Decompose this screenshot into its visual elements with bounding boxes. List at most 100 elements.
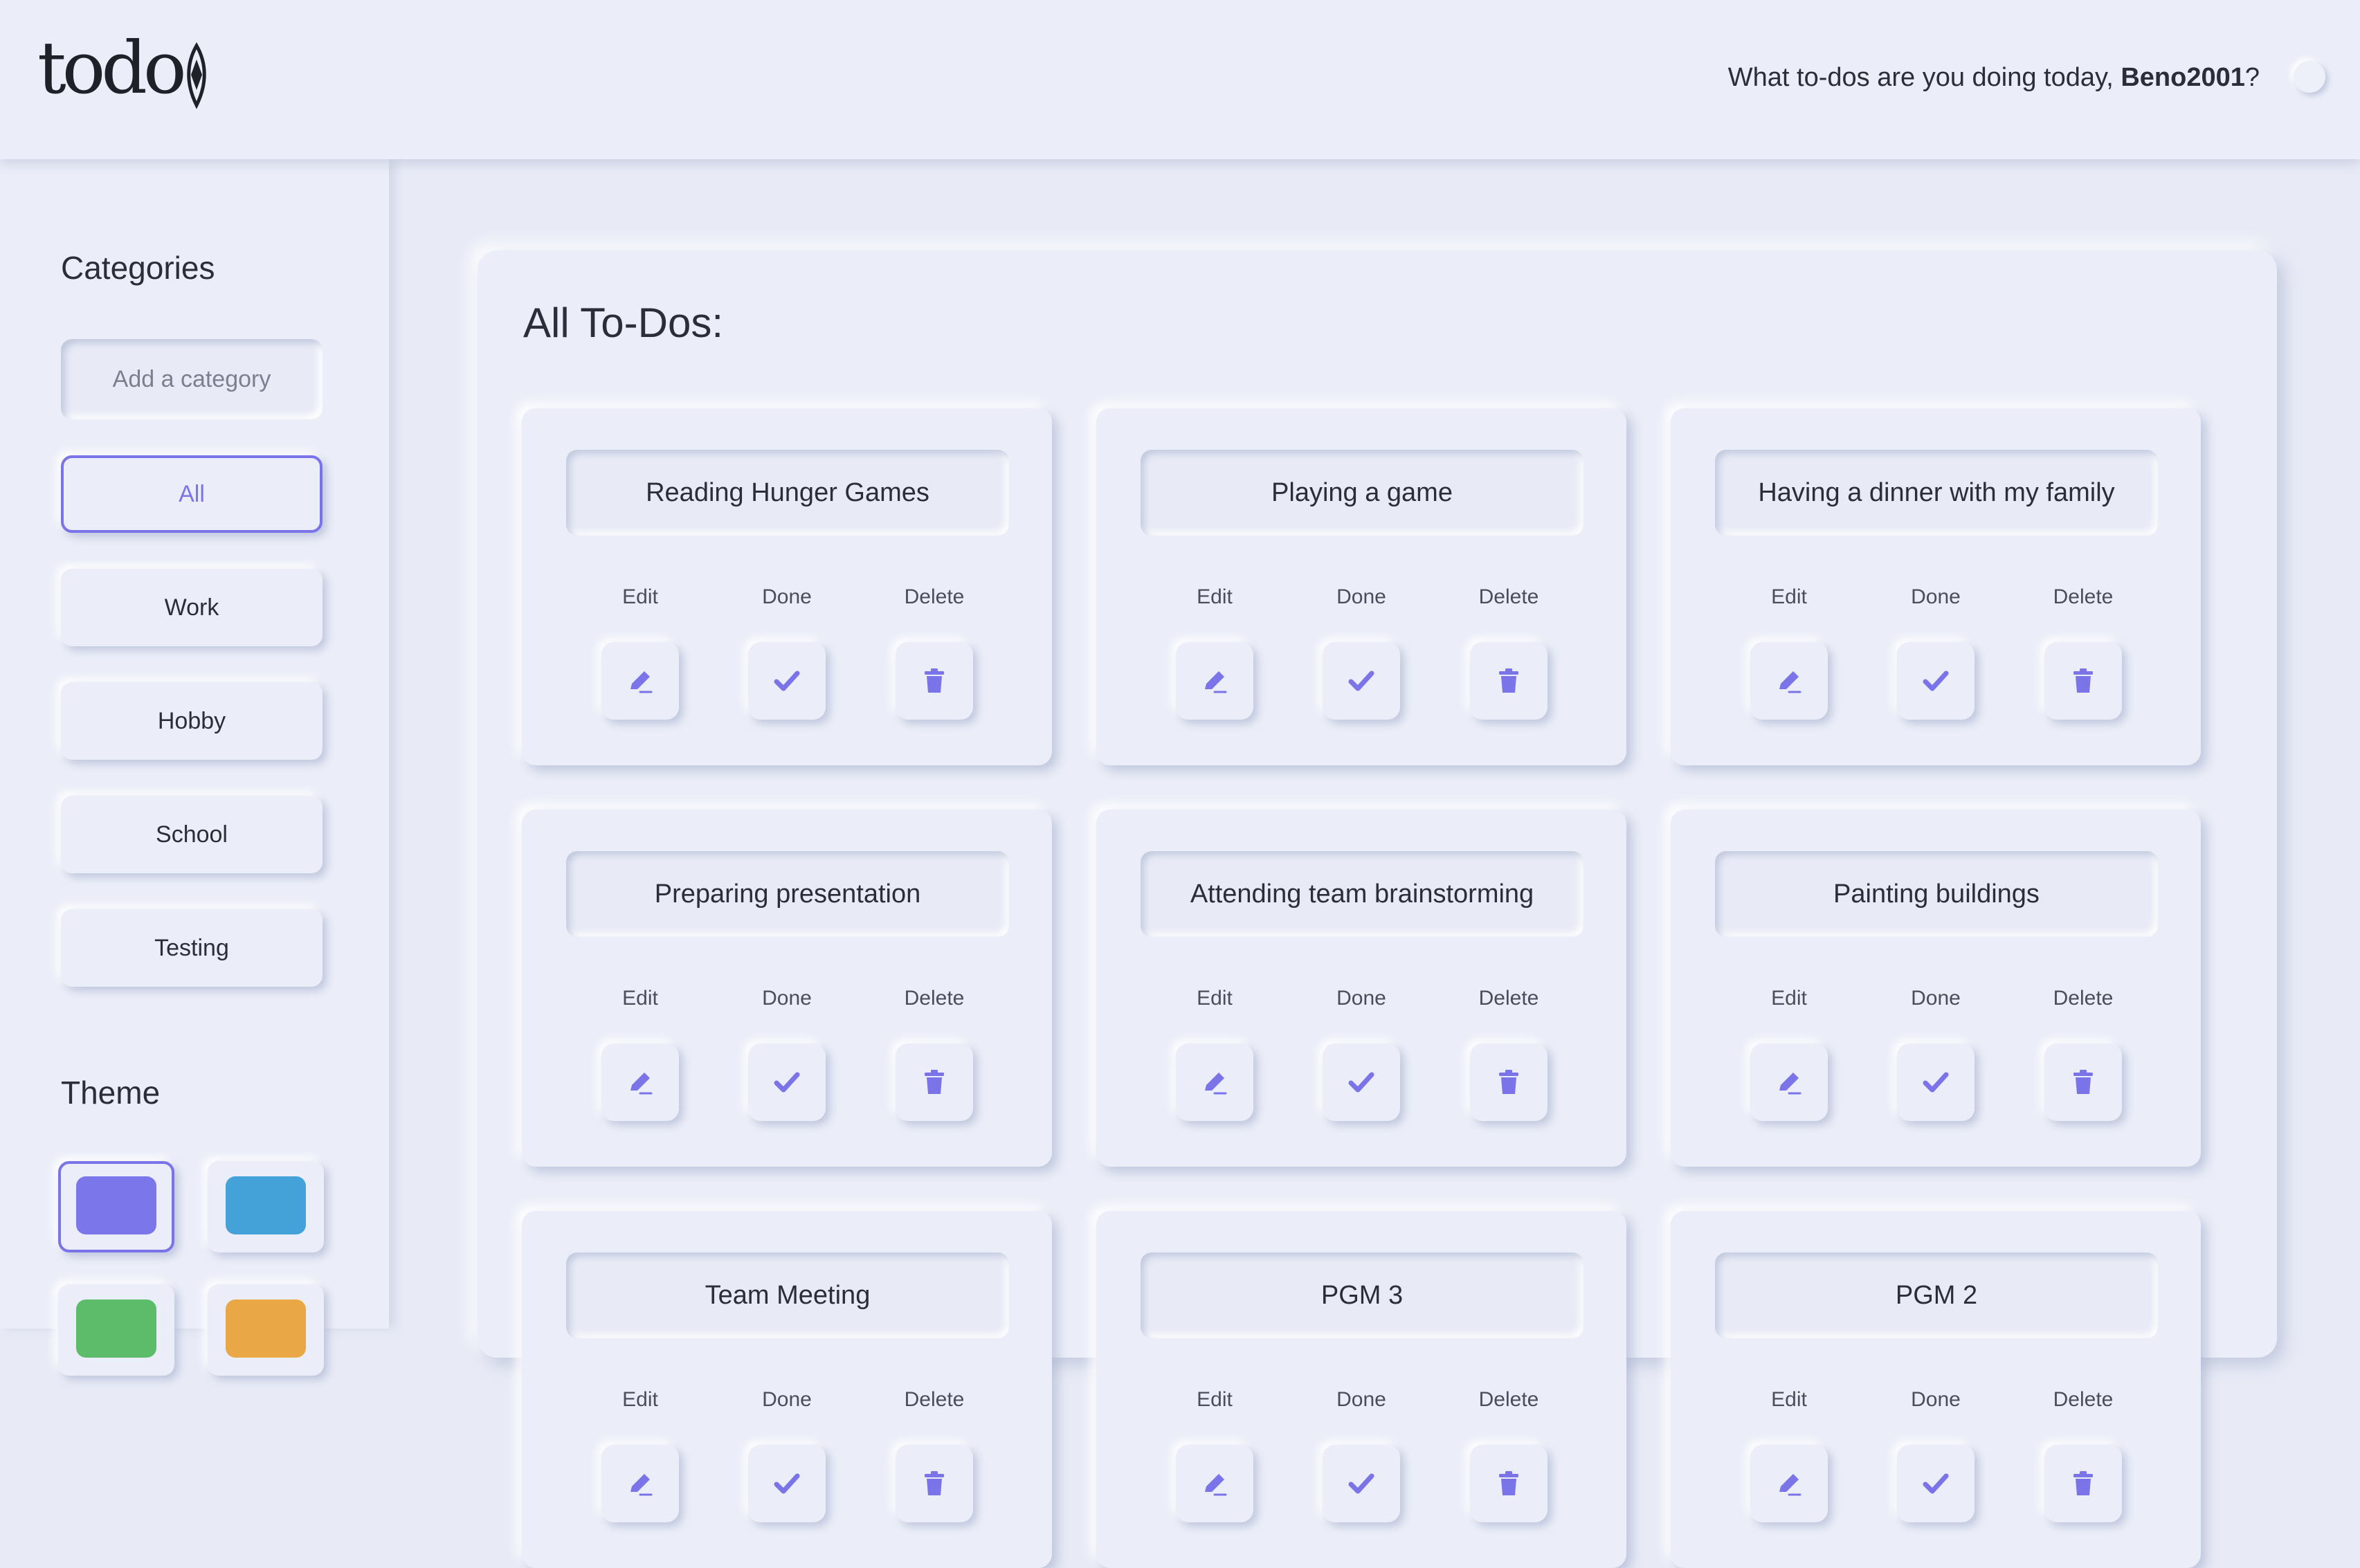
trash-icon [2073,1471,2093,1495]
todo-title: Having a dinner with my family [1715,450,2158,536]
pencil-icon [630,1474,653,1496]
done-button[interactable] [1323,1043,1400,1121]
delete-label: Delete [2053,1388,2114,1411]
todo-title: Reading Hunger Games [566,450,1009,536]
done-button[interactable] [1323,1445,1400,1522]
delete-button[interactable] [896,642,973,720]
trash-icon [1499,1070,1518,1094]
todo-title: Team Meeting [566,1252,1009,1338]
edit-button[interactable] [601,642,679,720]
logo-text: todo [37,29,183,110]
delete-button[interactable] [2044,1043,2122,1121]
edit-button[interactable] [1750,1445,1828,1522]
checkmark-icon [1348,671,1374,691]
done-button[interactable] [1897,1043,1975,1121]
category-all-button[interactable]: All [61,455,323,533]
done-button[interactable] [748,1445,826,1522]
edit-label: Edit [622,1388,658,1411]
checkmark-icon [1348,1072,1374,1093]
category-work-button[interactable]: Work [61,569,323,646]
edit-label: Edit [1197,585,1233,608]
add-category-input[interactable] [61,339,323,419]
done-label: Done [1336,987,1386,1010]
delete-button[interactable] [896,1043,973,1121]
delete-button[interactable] [2044,642,2122,720]
logo-mark: todo [37,26,206,110]
delete-button[interactable] [1470,1043,1547,1121]
theme-purple-button[interactable] [58,1161,174,1252]
done-label: Done [762,585,812,608]
delete-button[interactable] [1470,642,1547,720]
theme-orange-button[interactable] [208,1284,324,1376]
delete-label: Delete [2053,585,2114,608]
delete-button[interactable] [2044,1445,2122,1522]
delete-label: Delete [904,1388,965,1411]
todo-card: Team Meeting Edit Done Delete [522,1211,1052,1568]
todo-card: Attending team brainstorming Edit Done D… [1096,810,1626,1167]
delete-button[interactable] [896,1445,973,1522]
edit-label: Edit [1771,585,1807,608]
todo-card: Playing a game Edit Done Delete [1096,408,1626,765]
theme-swatch [226,1300,306,1358]
done-label: Done [1336,585,1386,608]
done-button[interactable] [748,642,826,720]
edit-button[interactable] [601,1445,679,1522]
edit-button[interactable] [1750,642,1828,720]
edit-label: Edit [1197,1388,1233,1411]
edit-button[interactable] [601,1043,679,1121]
username: Beno2001 [2121,63,2245,92]
done-button[interactable] [1897,1445,1975,1522]
done-button[interactable] [1897,642,1975,720]
delete-label: Delete [1478,1388,1539,1411]
edit-button[interactable] [1750,1043,1828,1121]
todo-card: PGM 3 Edit Done Delete [1096,1211,1626,1568]
edit-button[interactable] [1176,1445,1253,1522]
done-label: Done [1911,987,1961,1010]
category-testing-button[interactable]: Testing [61,909,323,987]
mode-toggle-button[interactable] [2294,61,2325,93]
pencil-icon [1779,671,1801,693]
pencil-icon [1205,1474,1227,1496]
greeting-suffix: ? [2244,63,2260,92]
todo-card: Reading Hunger Games Edit Done Delete [522,408,1052,765]
app-logo[interactable]: todo [37,26,231,112]
todo-title: PGM 3 [1141,1252,1583,1338]
edit-label: Edit [1197,987,1233,1010]
pencil-icon [1205,671,1227,693]
delete-label: Delete [1478,585,1539,608]
categories-title: Categories [61,250,215,286]
trash-icon [1499,1471,1518,1495]
checkmark-icon [774,1473,800,1494]
pencil-icon [1779,1474,1801,1496]
theme-title: Theme [61,1075,161,1111]
done-label: Done [762,1388,812,1411]
trash-icon [925,668,944,693]
todo-title: Attending team brainstorming [1141,851,1583,937]
checkmark-icon [1923,1072,1949,1093]
delete-label: Delete [2053,987,2114,1010]
todo-title: PGM 2 [1715,1252,2158,1338]
checkmark-icon [1923,1473,1949,1494]
todo-title: Painting buildings [1715,851,2158,937]
edit-button[interactable] [1176,1043,1253,1121]
theme-swatch [76,1300,156,1358]
trash-icon [925,1070,944,1094]
theme-swatch [226,1176,306,1234]
delete-label: Delete [904,987,965,1010]
done-button[interactable] [1323,642,1400,720]
theme-green-button[interactable] [58,1284,174,1376]
checkmark-icon [774,1072,800,1093]
category-school-button[interactable]: School [61,796,323,873]
delete-button[interactable] [1470,1445,1547,1522]
todo-title: Playing a game [1141,450,1583,536]
theme-swatch [76,1176,156,1234]
edit-button[interactable] [1176,642,1253,720]
checkmark-icon [1348,1473,1374,1494]
trash-icon [2073,668,2093,693]
theme-blue-button[interactable] [208,1161,324,1252]
greeting-text: What to-dos are you doing today, Beno200… [1728,58,2260,97]
sidebar: Categories All Work Hobby School Testing… [0,159,389,1376]
category-hobby-button[interactable]: Hobby [61,682,323,760]
edit-label: Edit [1771,1388,1807,1411]
done-button[interactable] [748,1043,826,1121]
